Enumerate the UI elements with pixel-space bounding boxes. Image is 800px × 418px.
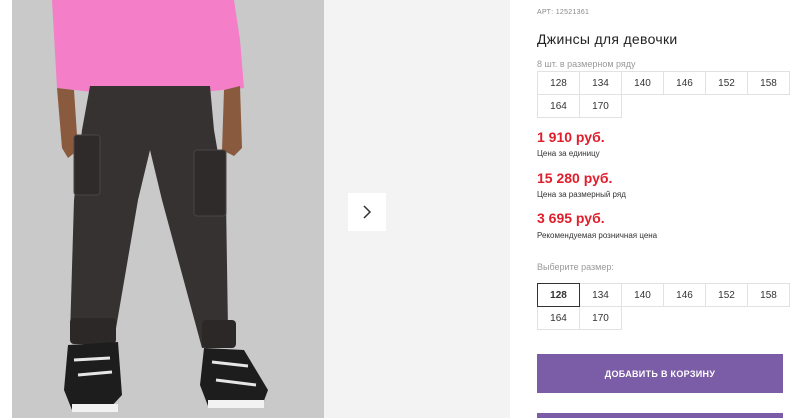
chevron-right-icon	[363, 205, 372, 219]
size-row-note: 8 шт. в размерном ряду	[537, 59, 636, 69]
product-info: АРТ: 12521361 Джинсы для девочки 8 шт. в…	[537, 0, 800, 418]
product-gallery	[0, 0, 510, 418]
size-row-cell: 146	[663, 71, 706, 95]
size-option[interactable]: 170	[579, 306, 622, 330]
size-option[interactable]: 164	[537, 306, 580, 330]
size-row-cell: 134	[579, 71, 622, 95]
size-option[interactable]: 152	[705, 283, 748, 307]
size-option[interactable]: 146	[663, 283, 706, 307]
size-row-cell: 152	[705, 71, 748, 95]
product-photo-illustration	[12, 0, 324, 418]
size-row-grid: 128 134 140 146 152 158 164 170	[537, 71, 790, 118]
size-option[interactable]: 140	[621, 283, 664, 307]
size-row-cell: 128	[537, 71, 580, 95]
size-row-cell: 170	[579, 94, 622, 118]
size-option[interactable]: 158	[747, 283, 790, 307]
size-row-price-label: Цена за размерный ряд	[537, 190, 626, 199]
size-option[interactable]: 134	[579, 283, 622, 307]
unit-price: 1 910 руб.	[537, 129, 605, 145]
size-row-price: 15 280 руб.	[537, 170, 613, 186]
retail-price: 3 695 руб.	[537, 210, 605, 226]
product-title: Джинсы для девочки	[537, 31, 678, 47]
secondary-button[interactable]	[537, 413, 783, 418]
size-option-selected[interactable]: 128	[537, 283, 580, 307]
product-photo[interactable]	[12, 0, 324, 418]
product-sku: АРТ: 12521361	[537, 9, 590, 16]
size-row-cell: 158	[747, 71, 790, 95]
gallery-next-button[interactable]	[348, 193, 386, 231]
add-to-cart-button[interactable]: ДОБАВИТЬ В КОРЗИНУ	[537, 354, 783, 393]
retail-price-label: Рекомендуемая розничная цена	[537, 231, 658, 240]
size-selector: 128 134 140 146 152 158 164 170	[537, 283, 790, 330]
choose-size-label: Выберите размер:	[537, 262, 614, 272]
size-row-cell: 164	[537, 94, 580, 118]
unit-price-label: Цена за единицу	[537, 149, 600, 158]
size-row-cell: 140	[621, 71, 664, 95]
